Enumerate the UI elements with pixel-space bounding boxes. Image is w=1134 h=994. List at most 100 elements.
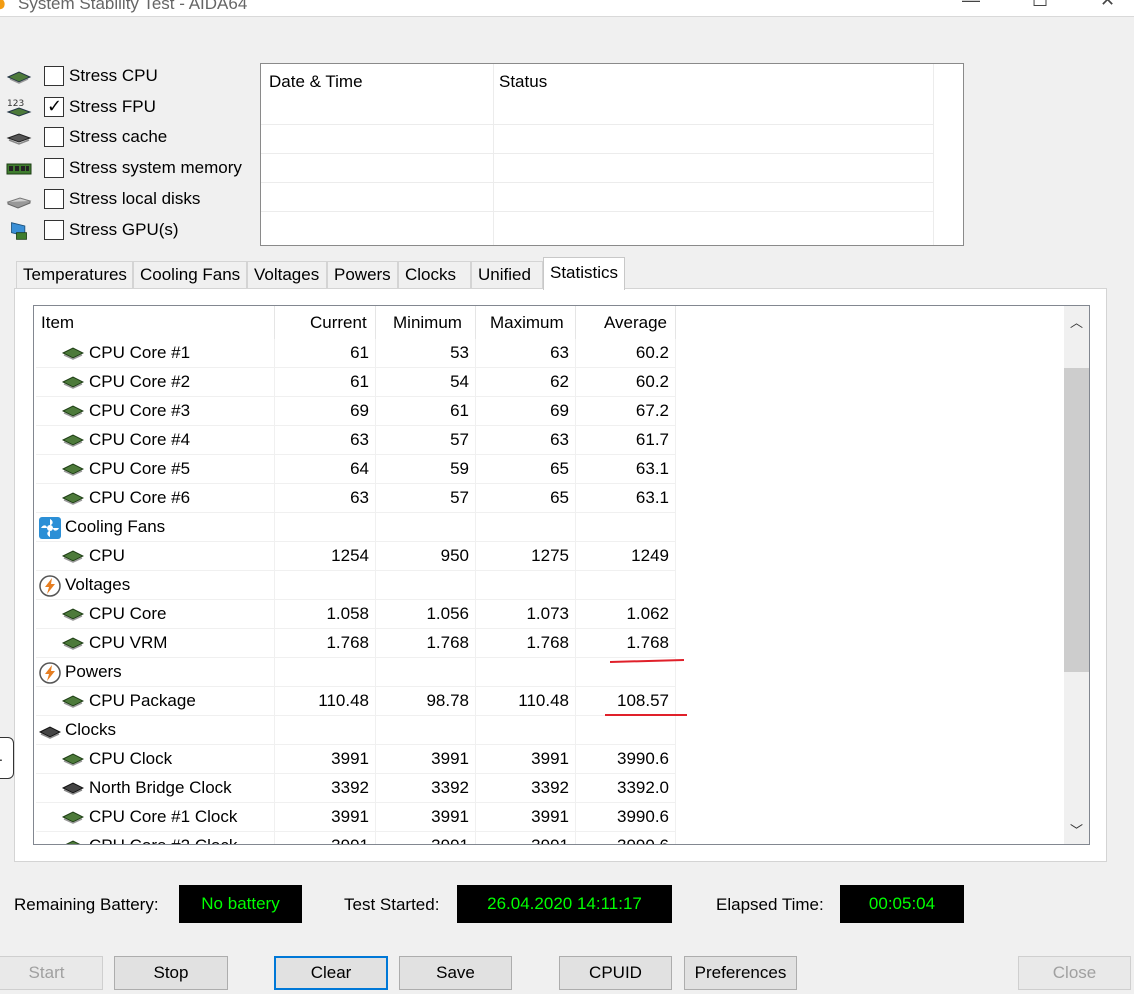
column-gridline — [575, 745, 576, 774]
stress-cache-option[interactable]: Stress cache — [0, 124, 252, 152]
vertical-scrollbar[interactable]: ︿ ﹀ — [1064, 306, 1089, 844]
maximize-button[interactable]: ☐ — [1032, 0, 1048, 11]
cell-minimum: 54 — [450, 372, 469, 391]
cell-average: 3392.0 — [617, 778, 669, 797]
column-header-minimum[interactable]: Minimum — [393, 313, 462, 333]
table-row[interactable]: CPU VRM 1.768 1.768 1.768 1.768 — [34, 629, 1063, 658]
gpu-card-icon — [11, 222, 27, 240]
tab-cooling-fans[interactable]: Cooling Fans — [133, 261, 247, 289]
log-header-status[interactable]: Status — [499, 72, 547, 92]
stress-disks-label: Stress local disks — [69, 189, 201, 208]
table-row[interactable]: CPU Core #1 Clock 3991 3991 3991 3990.6 — [34, 803, 1063, 832]
stress-fpu-option[interactable]: 123 ✓ Stress FPU — [0, 94, 252, 122]
stop-button[interactable]: Stop — [114, 956, 228, 990]
tab-voltages[interactable]: Voltages — [247, 261, 327, 289]
column-gridline — [575, 484, 576, 513]
cache-chip-icon — [6, 133, 32, 145]
group-row[interactable]: Cooling Fans — [34, 513, 1063, 542]
table-row[interactable]: CPU Core #2 61 54 62 60.2 — [34, 368, 1063, 397]
event-log-table[interactable]: Date & Time Status — [260, 63, 964, 246]
tab-statistics[interactable]: Statistics — [543, 257, 625, 290]
main-window: Stress CPU 123 ✓ Stress FPU Stress cache… — [0, 16, 1134, 994]
group-row[interactable]: Powers — [34, 658, 1063, 687]
table-row[interactable]: CPU Core #4 63 57 63 61.7 — [34, 426, 1063, 455]
header-divider — [575, 306, 576, 339]
chip-icon — [62, 637, 84, 650]
scroll-down-arrow-icon[interactable]: ﹀ — [1070, 820, 1083, 839]
tab-powers[interactable]: Powers — [327, 261, 398, 289]
fan-icon — [39, 517, 61, 539]
lightning-icon — [39, 662, 61, 684]
column-gridline — [475, 716, 476, 745]
stress-memory-option[interactable]: Stress system memory — [0, 155, 252, 183]
cell-current: 3991 — [331, 749, 369, 768]
cell-minimum: 1.768 — [426, 633, 469, 652]
stress-cpu-checkbox[interactable] — [44, 66, 64, 86]
column-gridline — [675, 339, 676, 368]
cell-minimum: 3991 — [431, 749, 469, 768]
cpuid-button[interactable]: CPUID — [559, 956, 672, 990]
table-row[interactable]: CPU Core 1.058 1.056 1.073 1.062 — [34, 600, 1063, 629]
clear-button[interactable]: Clear — [274, 956, 388, 990]
tab-unified[interactable]: Unified — [471, 261, 543, 289]
chip-icon — [62, 405, 84, 418]
tab-temperatures[interactable]: Temperatures — [16, 261, 133, 289]
column-gridline — [575, 513, 576, 542]
cell-maximum: 1.073 — [526, 604, 569, 623]
column-header-item[interactable]: Item — [41, 313, 74, 333]
scroll-up-arrow-icon[interactable]: ︿ — [1070, 312, 1083, 331]
tab-clocks[interactable]: Clocks — [398, 261, 471, 289]
table-row[interactable]: North Bridge Clock 3392 3392 3392 3392.0 — [34, 774, 1063, 803]
table-row[interactable]: CPU Core #6 63 57 65 63.1 — [34, 484, 1063, 513]
stress-gpu-option[interactable]: Stress GPU(s) — [0, 217, 252, 245]
table-row[interactable]: CPU Core #1 61 53 63 60.2 — [34, 339, 1063, 368]
table-row[interactable]: CPU Clock 3991 3991 3991 3990.6 — [34, 745, 1063, 774]
chip-icon — [62, 492, 84, 505]
stress-memory-checkbox[interactable] — [44, 158, 64, 178]
column-gridline — [575, 803, 576, 832]
stress-cpu-option[interactable]: Stress CPU — [0, 63, 252, 91]
minimize-button[interactable]: — — [962, 0, 980, 11]
stress-disks-checkbox[interactable] — [44, 189, 64, 209]
column-header-current[interactable]: Current — [310, 313, 367, 333]
item-name: CPU Core #1 Clock — [89, 807, 238, 826]
cell-maximum: 3991 — [531, 807, 569, 826]
column-gridline — [375, 803, 376, 832]
stress-fpu-checkbox[interactable]: ✓ — [44, 96, 64, 117]
log-row-line — [261, 124, 933, 125]
column-gridline — [475, 745, 476, 774]
column-header-average[interactable]: Average — [604, 313, 667, 333]
scroll-thumb[interactable] — [1064, 368, 1089, 672]
stress-disks-option[interactable]: Stress local disks — [0, 186, 252, 214]
group-row[interactable]: Clocks — [34, 716, 1063, 745]
cell-minimum: 53 — [450, 343, 469, 362]
column-gridline — [375, 687, 376, 716]
column-gridline — [375, 426, 376, 455]
cell-current: 3392 — [331, 778, 369, 797]
save-button[interactable]: Save — [399, 956, 512, 990]
log-header-datetime[interactable]: Date & Time — [269, 72, 363, 92]
close-window-button[interactable]: ✕ — [1100, 0, 1115, 11]
table-row[interactable]: CPU 1254 950 1275 1249 — [34, 542, 1063, 571]
column-gridline — [475, 687, 476, 716]
group-name: Clocks — [65, 720, 117, 739]
disk-drive-icon — [6, 197, 32, 209]
stress-gpu-checkbox[interactable] — [44, 220, 64, 240]
group-row[interactable]: Voltages — [34, 571, 1063, 600]
close-button[interactable]: Close — [1018, 956, 1131, 990]
column-header-maximum[interactable]: Maximum — [490, 313, 564, 333]
table-row[interactable]: CPU Core #3 69 61 69 67.2 — [34, 397, 1063, 426]
statistics-panel: Item Current Minimum Maximum Average CPU… — [14, 288, 1107, 862]
column-gridline — [675, 600, 676, 629]
statistics-grid[interactable]: Item Current Minimum Maximum Average CPU… — [33, 305, 1090, 845]
cell-current: 64 — [350, 459, 369, 478]
table-row[interactable]: CPU Core #5 64 59 65 63.1 — [34, 455, 1063, 484]
stress-cache-checkbox[interactable] — [44, 127, 64, 147]
preferences-button[interactable]: Preferences — [684, 956, 797, 990]
start-button[interactable]: Start — [0, 956, 103, 990]
cell-maximum: 3991 — [479, 836, 569, 844]
table-row[interactable]: CPU Package 110.48 98.78 110.48 108.57 — [34, 687, 1063, 716]
table-row[interactable]: CPU Core #2 Clock 3991 3991 3991 3990.6 — [34, 832, 1063, 844]
cell-current: 3991 — [279, 836, 369, 844]
cell-maximum: 62 — [550, 372, 569, 391]
